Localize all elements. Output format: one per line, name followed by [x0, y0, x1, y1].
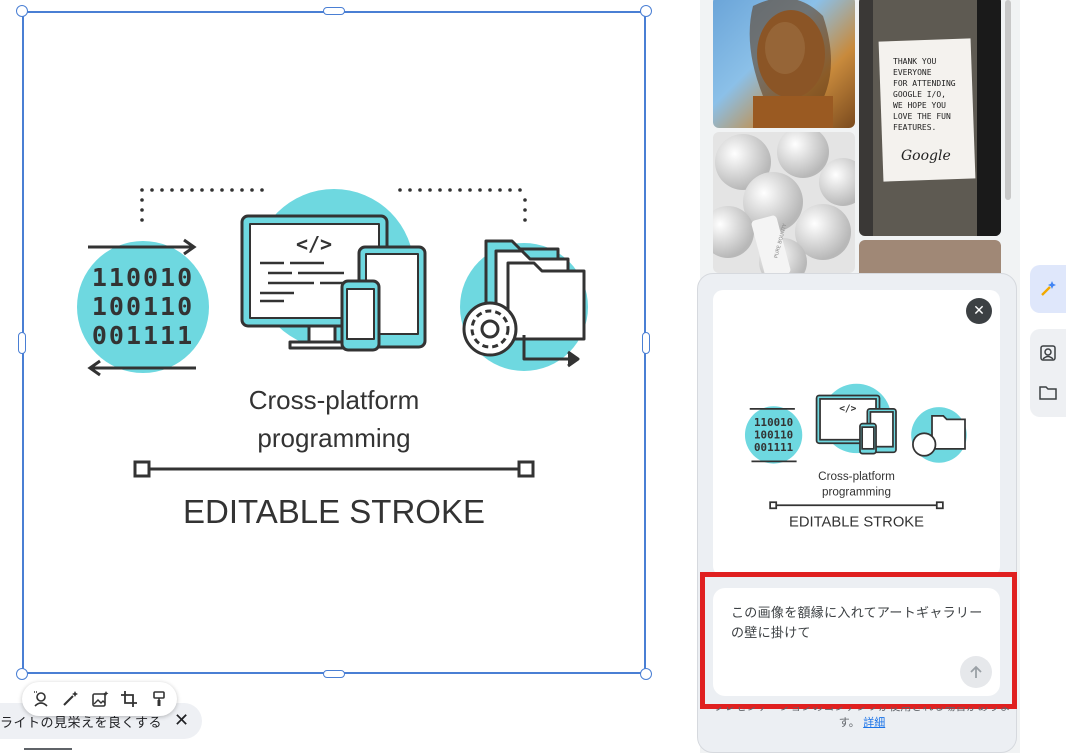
- rail-item-folder[interactable]: [1039, 373, 1057, 413]
- preview-stroke-label: EDITABLE STROKE: [789, 515, 924, 531]
- note-line: FOR ATTENDING: [893, 79, 956, 88]
- remove-background-icon[interactable]: [30, 688, 52, 710]
- learn-more-link[interactable]: 詳細: [863, 716, 885, 729]
- preview-binary-row-1: 110010: [754, 416, 793, 429]
- preview-caption-2: programming: [822, 486, 891, 499]
- portrait-photo[interactable]: [713, 0, 855, 128]
- image-generate-icon[interactable]: [89, 688, 111, 710]
- divider: [24, 748, 72, 750]
- close-preview-button[interactable]: ✕: [966, 298, 992, 324]
- sparkle-icon: [1041, 281, 1056, 296]
- resize-handle-bottom-right[interactable]: [640, 668, 652, 680]
- close-icon: ✕: [973, 303, 985, 319]
- rail-item-image-search[interactable]: [1039, 333, 1057, 373]
- preview-binary-row-3: 001111: [754, 441, 793, 454]
- rail-item-ai[interactable]: [1030, 265, 1066, 313]
- highlight-annotation: [700, 572, 1017, 709]
- thank-you-note-photo[interactable]: THANK YOU EVERYONE FOR ATTENDING GOOGLE …: [859, 0, 1001, 236]
- image-search-icon: [1040, 345, 1056, 361]
- crop-icon[interactable]: [118, 688, 140, 710]
- disclaimer-text-end: す。: [838, 716, 860, 729]
- white-spheres-photo[interactable]: PURE BOUNTY: [713, 132, 855, 273]
- resize-handle-right[interactable]: [642, 332, 650, 354]
- folder-icon: [1039, 386, 1057, 400]
- preview-caption-1: Cross-platform: [818, 470, 895, 483]
- note-line: EVERYONE: [893, 68, 932, 77]
- note-line: WE HOPE YOU: [893, 101, 946, 110]
- resize-handle-bottom[interactable]: [323, 670, 345, 678]
- note-line: LOVE THE FUN: [893, 112, 951, 121]
- resize-handle-top-right[interactable]: [640, 5, 652, 17]
- preview-binary-row-2: 100110: [754, 428, 793, 441]
- note-line: THANK YOU: [893, 57, 937, 66]
- resize-handle-top[interactable]: [323, 7, 345, 15]
- selection-box[interactable]: [22, 11, 646, 674]
- note-signature: Google: [901, 148, 951, 164]
- note-line: GOOGLE I/O,: [893, 90, 946, 99]
- magic-edit-icon[interactable]: [59, 688, 81, 710]
- close-icon[interactable]: ✕: [174, 712, 189, 730]
- side-rail: [1030, 265, 1068, 425]
- gallery-scrollbar[interactable]: [1005, 0, 1011, 200]
- note-line: FEATURES.: [893, 123, 937, 132]
- paint-format-icon[interactable]: [148, 688, 170, 710]
- resize-handle-bottom-left[interactable]: [16, 668, 28, 680]
- resize-handle-left[interactable]: [18, 332, 26, 354]
- image-toolbar: [22, 682, 177, 716]
- disclaimer: プレゼンテーションのコンテンツが使用される場合があります。 す。 詳細: [712, 707, 1012, 731]
- preview-code-tag: </>: [839, 404, 856, 415]
- image-preview-card: 110010 100110 001111 </> Cross-platform …: [713, 290, 1000, 576]
- resize-handle-top-left[interactable]: [16, 5, 28, 17]
- disclaimer-text-clipped: プレゼンテーションのコンテンツが使用される場合があります。: [712, 707, 1012, 715]
- preview-illustration: 110010 100110 001111 </> Cross-platform …: [744, 383, 967, 531]
